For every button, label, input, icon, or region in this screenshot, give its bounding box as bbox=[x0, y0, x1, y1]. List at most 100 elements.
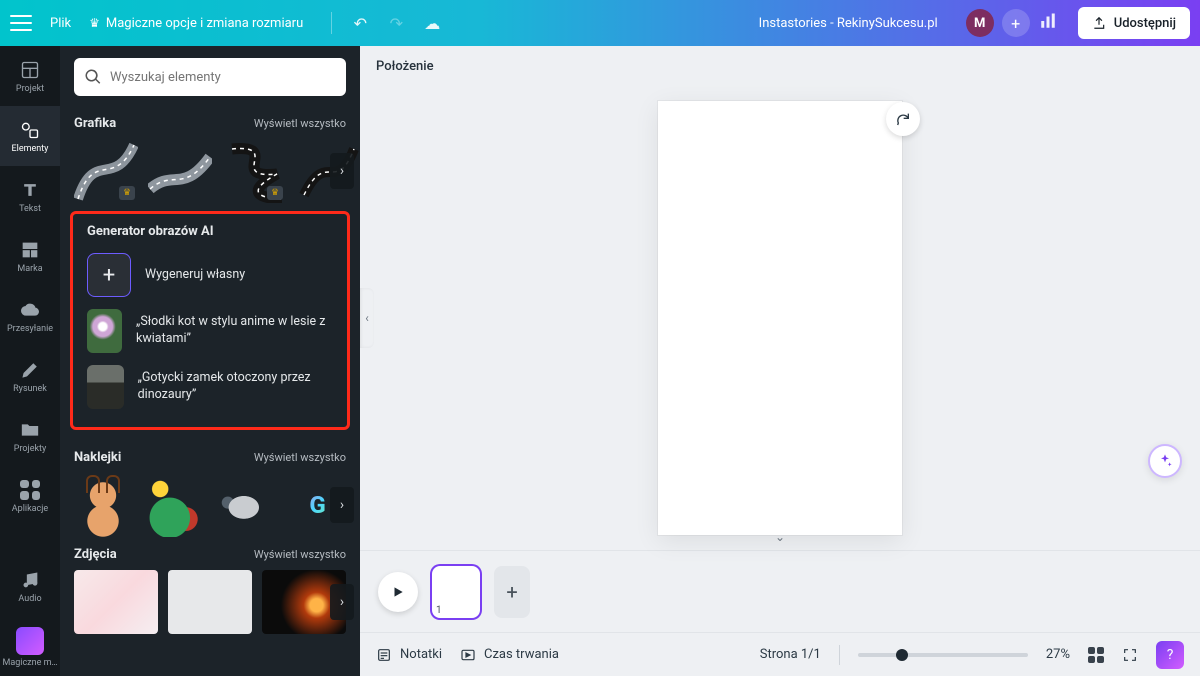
file-menu[interactable]: Plik bbox=[50, 16, 71, 31]
rail-przesylanie[interactable]: Przesyłanie bbox=[0, 286, 60, 346]
rail-magiczne[interactable]: Magiczne m… bbox=[0, 616, 60, 676]
rail-aplikacje-label: Aplikacje bbox=[12, 504, 48, 514]
rail-audio-label: Audio bbox=[18, 594, 41, 604]
redo-icon[interactable]: ↷ bbox=[384, 14, 408, 33]
graphic-road-1[interactable]: ♛ bbox=[74, 139, 138, 203]
photo-1[interactable] bbox=[74, 570, 158, 634]
expand-pagestrip-icon[interactable]: ⌄ bbox=[775, 530, 785, 544]
regenerate-button[interactable] bbox=[886, 102, 920, 136]
share-button[interactable]: Udostępnij bbox=[1078, 7, 1190, 39]
rail-aplikacje[interactable]: Aplikacje bbox=[0, 466, 60, 526]
rail-projekty[interactable]: Projekty bbox=[0, 406, 60, 466]
canvas-page[interactable] bbox=[658, 101, 902, 535]
share-label: Udostępnij bbox=[1114, 16, 1176, 31]
grid-view-icon[interactable] bbox=[1088, 647, 1104, 663]
upload-icon bbox=[1092, 16, 1106, 30]
page-thumbnail-1[interactable]: 1 bbox=[432, 566, 480, 618]
layout-icon bbox=[19, 59, 41, 81]
divider bbox=[331, 12, 332, 34]
rail-marka[interactable]: Marka bbox=[0, 226, 60, 286]
add-collaborator-button[interactable]: + bbox=[1002, 9, 1030, 37]
duration-button[interactable]: Czas trwania bbox=[460, 647, 559, 663]
position-button[interactable]: Położenie bbox=[376, 59, 434, 74]
side-rail: Projekt Elementy Tekst Marka Przesyłanie… bbox=[0, 46, 60, 676]
zoom-slider[interactable] bbox=[858, 653, 1028, 657]
pencil-icon bbox=[19, 359, 41, 381]
add-page-button[interactable]: + bbox=[494, 566, 530, 618]
scroll-right-button[interactable]: › bbox=[330, 584, 354, 620]
document-title[interactable]: Instastories - RekinySukcesu.pl bbox=[759, 16, 938, 31]
ai-preview-2 bbox=[87, 365, 124, 409]
section-zdjecia-all[interactable]: Wyświetl wszystko bbox=[254, 548, 346, 561]
text-icon bbox=[19, 179, 41, 201]
crown-icon: ♛ bbox=[89, 16, 100, 30]
editor-stage[interactable]: ‹ ⌄ bbox=[360, 86, 1200, 550]
rail-przesylanie-label: Przesyłanie bbox=[7, 324, 53, 334]
canvas-area: Położenie ‹ ⌄ 1 + Notatki Czas trwania S… bbox=[360, 46, 1200, 676]
ai-generate-own[interactable]: + Wygeneruj własny bbox=[79, 247, 341, 303]
rail-audio[interactable]: Audio bbox=[0, 556, 60, 616]
menu-icon[interactable] bbox=[10, 15, 32, 31]
rail-rysunek-label: Rysunek bbox=[13, 384, 47, 394]
page-number: 1 bbox=[436, 605, 442, 616]
sticker-deer[interactable] bbox=[74, 473, 131, 537]
ai-generator-section: Generator obrazów AI + Wygeneruj własny … bbox=[70, 211, 350, 430]
section-naklejki-header: Naklejki Wyświetl wszystko bbox=[60, 440, 360, 473]
zoom-knob[interactable] bbox=[896, 649, 908, 661]
rail-elementy-label: Elementy bbox=[12, 144, 49, 154]
analytics-icon[interactable] bbox=[1036, 12, 1060, 34]
help-icon: ? bbox=[1167, 647, 1174, 663]
search-input-wrap[interactable] bbox=[74, 58, 346, 96]
section-zdjecia-header: Zdjęcia Wyświetl wszystko bbox=[60, 537, 360, 570]
graphic-road-2[interactable] bbox=[148, 139, 212, 203]
ai-suggestion-1[interactable]: „Słodki kot w stylu anime w lesie z kwia… bbox=[79, 303, 341, 359]
magic-resize-menu[interactable]: ♛ Magiczne opcje i zmiana rozmiaru bbox=[89, 16, 303, 31]
grafika-strip: ♛ ♛ › bbox=[60, 139, 360, 203]
duration-label: Czas trwania bbox=[484, 647, 559, 662]
zoom-value[interactable]: 27% bbox=[1046, 647, 1070, 662]
ai-suggestion-1-label: „Słodki kot w stylu anime w lesie z kwia… bbox=[136, 314, 333, 348]
search-input[interactable] bbox=[110, 70, 336, 85]
section-grafika-title: Grafika bbox=[74, 116, 116, 131]
graphic-road-3[interactable]: ♛ bbox=[222, 139, 286, 203]
sparkle-icon bbox=[1157, 453, 1173, 469]
photo-2[interactable] bbox=[168, 570, 252, 634]
magic-media-icon bbox=[16, 627, 44, 655]
scroll-right-button[interactable]: › bbox=[330, 487, 354, 523]
scroll-right-button[interactable]: › bbox=[330, 153, 354, 189]
collapse-panel-button[interactable]: ‹ bbox=[360, 288, 374, 348]
cloud-upload-icon bbox=[19, 299, 41, 321]
sticker-landscape[interactable] bbox=[141, 473, 205, 537]
ai-suggestion-2[interactable]: „Gotycki zamek otoczony przez dinozaury” bbox=[79, 359, 341, 415]
user-avatar[interactable]: M bbox=[966, 9, 994, 37]
rail-projekty-label: Projekty bbox=[14, 444, 46, 454]
search-icon bbox=[84, 68, 102, 86]
rail-tekst[interactable]: Tekst bbox=[0, 166, 60, 226]
fullscreen-icon[interactable] bbox=[1122, 647, 1138, 663]
notes-button[interactable]: Notatki bbox=[376, 647, 442, 663]
section-naklejki-all[interactable]: Wyświetl wszystko bbox=[254, 451, 346, 464]
rail-elementy[interactable]: Elementy bbox=[0, 106, 60, 166]
plus-icon: + bbox=[87, 253, 131, 297]
sticker-bird[interactable] bbox=[215, 473, 279, 537]
play-icon bbox=[391, 585, 405, 599]
magic-assistant-button[interactable] bbox=[1148, 444, 1182, 478]
cloud-sync-icon[interactable]: ☁ bbox=[420, 14, 444, 33]
premium-crown-icon: ♛ bbox=[119, 186, 135, 200]
naklejki-strip: G › bbox=[60, 473, 360, 537]
rail-projekt[interactable]: Projekt bbox=[0, 46, 60, 106]
page-counter[interactable]: Strona 1/1 bbox=[760, 647, 821, 662]
rail-projekt-label: Projekt bbox=[16, 84, 44, 94]
section-grafika-header: Grafika Wyświetl wszystko bbox=[60, 106, 360, 139]
help-button[interactable]: ? bbox=[1156, 641, 1184, 669]
shapes-icon bbox=[19, 119, 41, 141]
rail-rysunek[interactable]: Rysunek bbox=[0, 346, 60, 406]
play-button[interactable] bbox=[378, 572, 418, 612]
section-ai-header: Generator obrazów AI bbox=[79, 222, 341, 247]
section-grafika-all[interactable]: Wyświetl wszystko bbox=[254, 117, 346, 130]
brand-icon bbox=[19, 239, 41, 261]
refresh-icon bbox=[895, 111, 911, 127]
apps-icon bbox=[19, 479, 41, 501]
undo-icon[interactable]: ↶ bbox=[348, 14, 372, 33]
elements-panel: Grafika Wyświetl wszystko ♛ ♛ › Generato… bbox=[60, 46, 360, 676]
